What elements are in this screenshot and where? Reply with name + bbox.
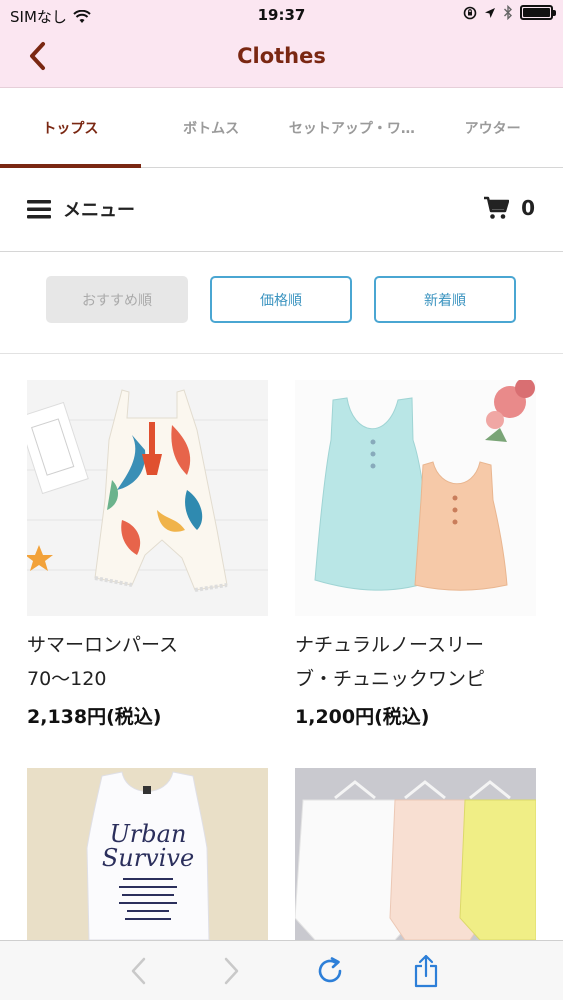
product-card[interactable] [295,768,536,940]
cart-icon [484,196,510,219]
sort-row: おすすめ順 価格順 新着順 [0,252,563,354]
product-name-line2: 70〜120 [27,668,107,690]
urban-survive-shirt-image: Urban Survive [27,768,268,940]
hamburger-icon [27,200,51,219]
product-name-line1: サマーロンパース [27,634,179,656]
product-name: サマーロンパース 70〜120 [27,628,268,696]
browser-back-button[interactable] [122,955,154,987]
tab-bottoms[interactable]: ボトムス [141,88,282,168]
sort-recommended-button[interactable]: おすすめ順 [46,276,188,323]
sort-price-button[interactable]: 価格順 [210,276,352,323]
product-name: ナチュラルノースリー ブ・チュニックワンピ [295,628,536,696]
sort-newest-button[interactable]: 新着順 [374,276,516,323]
reload-button[interactable] [314,955,346,987]
product-image[interactable] [27,380,268,616]
product-image[interactable] [295,380,536,616]
bluetooth-icon [504,5,512,20]
chevron-right-icon [224,957,239,985]
product-image[interactable]: Urban Survive [27,768,268,940]
menu-button[interactable]: メニュー [27,196,135,222]
browser-forward-button[interactable] [216,955,248,987]
reload-icon [318,957,342,983]
tab-outer[interactable]: アウター [422,88,563,168]
menu-label: メニュー [63,200,135,221]
product-name-line1: ナチュラルノースリー [295,634,485,656]
share-icon [414,954,438,988]
cart-button[interactable]: 0 [483,196,535,220]
battery-icon [520,5,556,20]
product-price: 2,138円(税込) [27,706,162,728]
top-bar: SIMなし 19:37 Clothes [0,0,563,88]
cart-count: 0 [521,196,535,220]
battery-fill [523,8,550,17]
tab-setup[interactable]: セットアップ・ワ… [282,88,423,168]
status-bar: SIMなし 19:37 [0,0,563,30]
product-card[interactable]: Urban Survive [27,768,268,940]
cardigans-image [295,768,536,940]
location-arrow-icon [485,7,495,18]
chevron-left-icon [131,957,146,985]
category-tabs: トップス ボトムス セットアップ・ワ… アウター [0,88,563,168]
product-image[interactable] [295,768,536,940]
product-card[interactable]: サマーロンパース 70〜120 2,138円(税込) [27,380,268,729]
romper-image [27,380,268,616]
tank-tops-image [295,380,536,616]
menu-row: メニュー 0 [0,168,563,252]
tab-tops[interactable]: トップス [0,88,141,168]
shirt-print-line2: Survive [102,844,194,872]
rotation-lock-icon [463,6,477,19]
product-card[interactable]: ナチュラルノースリー ブ・チュニックワンピ 1,200円(税込) [295,380,536,729]
product-name-line2: ブ・チュニックワンピ [295,668,486,690]
product-price: 1,200円(税込) [295,706,430,728]
share-button[interactable] [410,954,442,988]
bottom-toolbar [0,940,563,1000]
status-right [463,5,556,20]
page-title: Clothes [237,44,326,68]
